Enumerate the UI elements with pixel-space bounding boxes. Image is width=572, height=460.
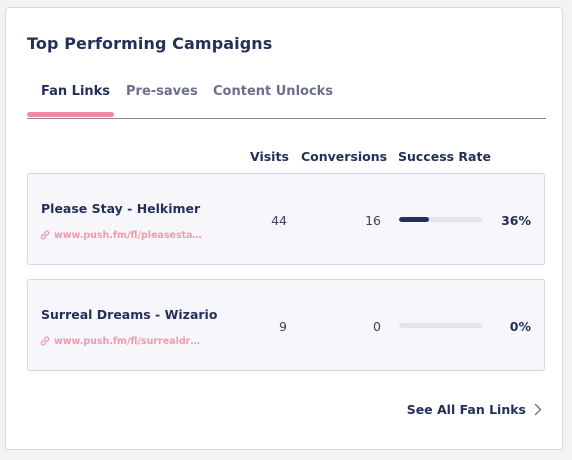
link-icon <box>39 335 51 347</box>
campaign-row[interactable]: Surreal Dreams - Wizario www.push.fm/fl/… <box>27 279 545 371</box>
campaign-link[interactable]: www.push.fm/fl/surrealdreams <box>39 335 206 347</box>
tab-pre-saves[interactable]: Pre-saves <box>126 84 198 99</box>
visits-value: 44 <box>271 213 287 228</box>
column-header-conversions: Conversions <box>301 149 388 164</box>
see-all-fan-links-link[interactable]: See All Fan Links <box>407 402 542 417</box>
active-tab-indicator <box>27 112 114 117</box>
success-rate-value: 0% <box>509 319 531 334</box>
conversions-value: 0 <box>373 319 381 334</box>
tab-fan-links[interactable]: Fan Links <box>41 84 110 99</box>
success-rate-bar-fill <box>399 217 429 222</box>
campaign-name: Please Stay - Helkimer <box>41 201 201 216</box>
success-rate-bar <box>399 323 482 328</box>
chevron-right-icon <box>534 403 542 416</box>
campaign-link[interactable]: www.push.fm/fl/pleasestayh… <box>39 229 206 241</box>
success-rate-bar <box>399 217 482 222</box>
link-icon <box>39 229 51 241</box>
success-rate-value: 36% <box>501 213 531 228</box>
tab-content-unlocks[interactable]: Content Unlocks <box>213 84 333 99</box>
see-all-label: See All Fan Links <box>406 402 526 417</box>
top-campaigns-card: Top Performing Campaigns Fan Links Pre-s… <box>5 7 563 450</box>
campaign-tabs: Fan Links Pre-saves Content Unlocks <box>27 84 546 119</box>
campaign-row[interactable]: Please Stay - Helkimer www.push.fm/fl/pl… <box>27 173 545 265</box>
column-header-success-rate: Success Rate <box>398 149 491 164</box>
campaign-name: Surreal Dreams - Wizario <box>41 307 218 322</box>
conversions-value: 16 <box>365 213 381 228</box>
column-header-visits: Visits <box>250 149 289 164</box>
card-title: Top Performing Campaigns <box>27 34 273 53</box>
campaign-link-text: www.push.fm/fl/surrealdreams <box>54 335 206 347</box>
campaign-link-text: www.push.fm/fl/pleasestayh… <box>54 229 206 241</box>
visits-value: 9 <box>279 319 287 334</box>
